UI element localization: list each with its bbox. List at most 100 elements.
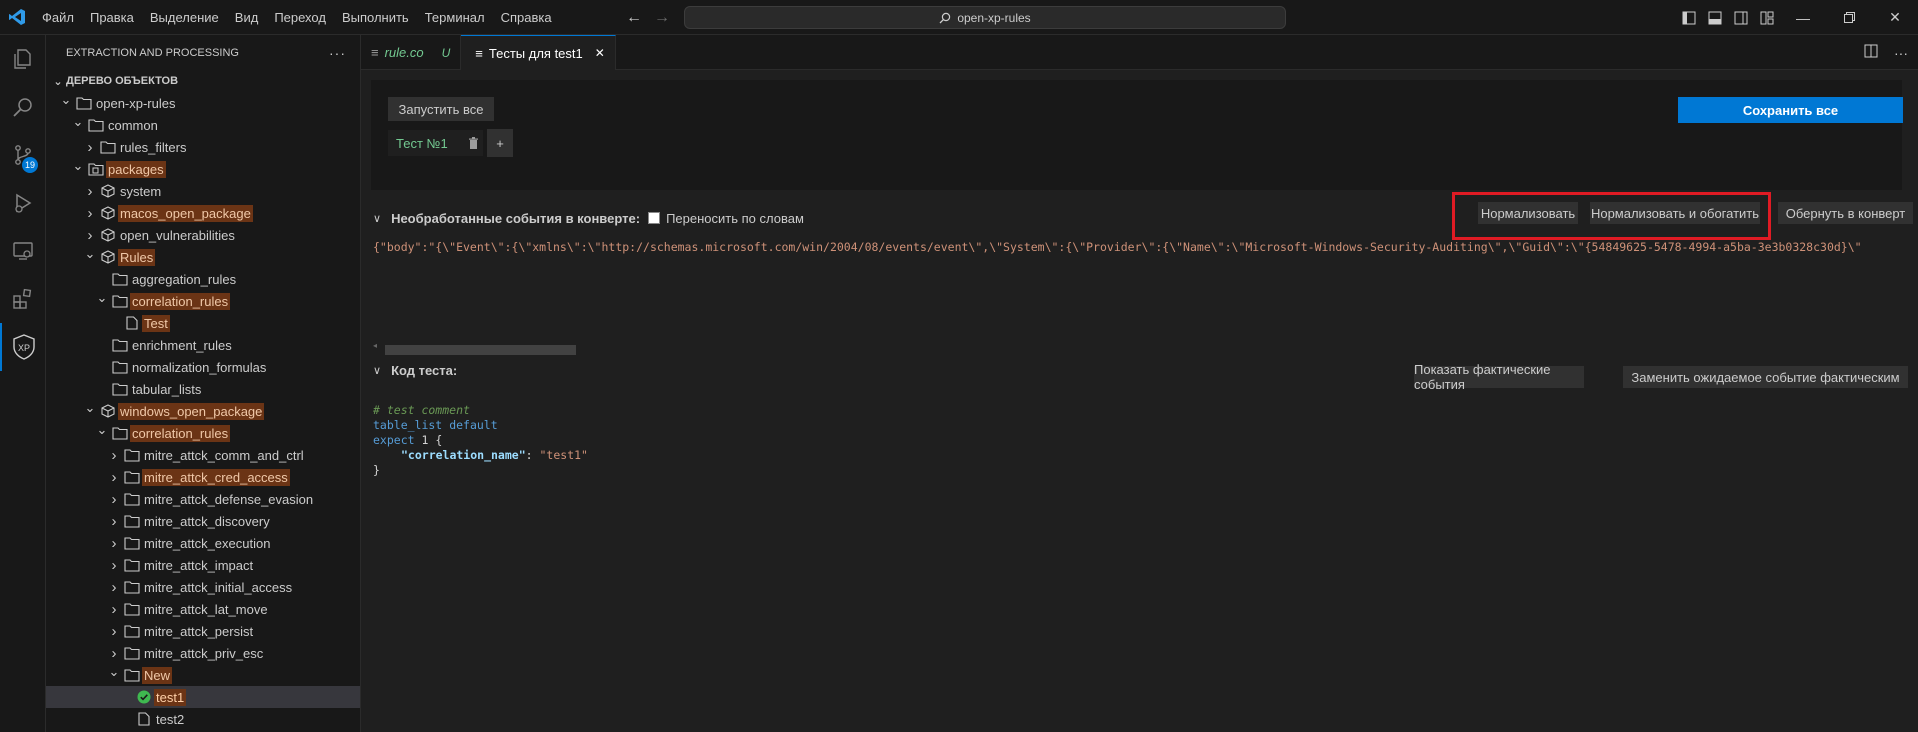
close-tab-icon[interactable]: ✕ [595, 46, 605, 60]
back-arrow-icon[interactable]: ← [626, 9, 642, 27]
run-debug-icon[interactable] [0, 179, 46, 227]
chevron-down-icon[interactable]: ∨ [373, 212, 381, 225]
tree-item[interactable]: ⌄ New [46, 664, 360, 686]
tab-rule-co[interactable]: ≡ rule.co U [361, 35, 462, 70]
tree-item[interactable]: ⌄ Rules [46, 246, 360, 268]
tree-item-label: open_vulnerabilities [120, 227, 235, 243]
menu-item[interactable]: Переход [266, 0, 334, 35]
test-code-editor[interactable]: # test comment table_list default expect… [373, 403, 1908, 478]
menu-item[interactable]: Правка [82, 0, 142, 35]
source-control-icon[interactable]: 19 [0, 131, 46, 179]
tree-section-header[interactable]: ⌄ ДЕРЕВО ОБЪЕКТОВ [46, 70, 360, 92]
toggle-sidebar-icon[interactable] [1676, 0, 1702, 35]
scroll-thumb[interactable] [385, 345, 576, 355]
customize-layout-icon[interactable] [1754, 0, 1780, 35]
tree-item-label: mitre_attck_discovery [144, 513, 270, 529]
tree-item[interactable]: › mitre_attck_initial_access [46, 576, 360, 598]
split-editor-icon[interactable] [1864, 44, 1878, 61]
more-actions-icon[interactable]: ··· [329, 45, 346, 61]
toggle-panel-icon[interactable] [1702, 0, 1728, 35]
code-string: "test1" [539, 448, 588, 462]
trash-icon[interactable] [468, 137, 479, 150]
package-icon [98, 202, 118, 224]
wrap-checkbox[interactable] [648, 212, 661, 224]
remote-explorer-icon[interactable] [0, 227, 46, 275]
tab-tests-test1[interactable]: ≡ Тесты для test1 ✕ [461, 35, 616, 70]
tree-item[interactable]: › mitre_attck_cred_access [46, 466, 360, 488]
tree-item[interactable]: ⌄ correlation_rules [46, 290, 360, 312]
tree-item[interactable]: Test [46, 312, 360, 334]
check-circle-icon [134, 686, 154, 708]
tree-item[interactable]: ⌄ packages [46, 158, 360, 180]
horizontal-scrollbar[interactable]: ◂ [373, 341, 1908, 355]
tree-item[interactable]: › mitre_attck_comm_and_ctrl [46, 444, 360, 466]
close-window-icon[interactable]: ✕ [1872, 0, 1918, 35]
tree-item-label: mitre_attck_impact [144, 557, 254, 573]
raw-json-text[interactable]: {"body":"{\"Event\":{\"xmlns\":\"http://… [373, 240, 1908, 260]
extensions-icon[interactable] [0, 275, 46, 323]
tree-item[interactable]: › system [46, 180, 360, 202]
show-actual-events-button[interactable]: Показать фактические события [1414, 362, 1584, 392]
tree-item-label: correlation_rules [130, 424, 231, 442]
tree-item[interactable]: ⌄ common [46, 114, 360, 136]
restore-icon[interactable] [1826, 0, 1872, 35]
tree-item[interactable]: › mitre_attck_priv_esc [46, 642, 360, 664]
menu-item[interactable]: Выполнить [334, 0, 417, 35]
chevron-down-icon[interactable]: ∨ [373, 364, 381, 377]
editor-tabs: ≡ rule.co U ≡ Тесты для test1 ✕ ··· [361, 35, 1918, 70]
test-item[interactable]: Тест №1 [388, 130, 483, 156]
wrap-envelope-button[interactable]: Обернуть в конверт [1778, 202, 1913, 224]
search-view-icon[interactable] [0, 83, 46, 131]
tree-item[interactable]: › macos_open_package [46, 202, 360, 224]
add-test-button[interactable]: + [487, 129, 513, 157]
raw-events-title: Необработанные события в конверте: [391, 210, 641, 226]
code-keyword: expect [373, 433, 415, 447]
tree-item[interactable]: › mitre_attck_lat_move [46, 598, 360, 620]
menu-item[interactable]: Выделение [142, 0, 227, 35]
search-icon [939, 12, 951, 23]
menu-item[interactable]: Файл [34, 0, 82, 35]
folder-icon [122, 532, 142, 554]
tree-item[interactable]: enrichment_rules [46, 334, 360, 356]
chevron-right-icon: › [111, 490, 117, 508]
tree-item-label: packages [106, 160, 166, 178]
tree-item[interactable]: test2 [46, 708, 360, 730]
forward-arrow-icon[interactable]: → [654, 9, 670, 27]
tree-item-label: enrichment_rules [132, 337, 232, 353]
folder-icon [86, 114, 106, 136]
replace-expected-button[interactable]: Заменить ожидаемое событие фактическим [1623, 366, 1908, 388]
tree-item[interactable]: normalization_formulas [46, 356, 360, 378]
untracked-badge: U [441, 45, 451, 60]
explorer-icon[interactable] [0, 35, 46, 83]
tree-item[interactable]: › mitre_attck_persist [46, 620, 360, 642]
folder-icon [122, 510, 142, 532]
minimize-icon[interactable]: — [1780, 0, 1826, 35]
xp-extension-icon[interactable]: XP [0, 323, 46, 371]
tree-item[interactable]: ⌄ open-xp-rules [46, 92, 360, 114]
save-all-button[interactable]: Сохранить все [1678, 97, 1903, 123]
tree-item[interactable]: › mitre_attck_defense_evasion [46, 488, 360, 510]
code-line: table_list default [373, 418, 1908, 433]
folder-icon [122, 444, 142, 466]
toggle-secondary-sidebar-icon[interactable] [1728, 0, 1754, 35]
tree-item[interactable]: › mitre_attck_execution [46, 532, 360, 554]
tree-section-title: ДЕРЕВО ОБЪЕКТОВ [66, 75, 179, 87]
tree-item-label: system [120, 183, 162, 199]
menu-item[interactable]: Терминал [417, 0, 493, 35]
tree-item[interactable]: › rules_filters [46, 136, 360, 158]
menu-item[interactable]: Вид [227, 0, 267, 35]
folder-icon [110, 422, 130, 444]
scroll-left-arrow-icon[interactable]: ◂ [373, 341, 377, 350]
run-all-button[interactable]: Запустить все [388, 97, 494, 121]
tree-item[interactable]: › mitre_attck_discovery [46, 510, 360, 532]
tree-item-label: mitre_attck_execution [144, 535, 271, 551]
tree-item[interactable]: ⌄ correlation_rules [46, 422, 360, 444]
tree-item[interactable]: › mitre_attck_impact [46, 554, 360, 576]
chevron-right-icon: › [111, 622, 117, 640]
tree-item[interactable]: test1 [46, 686, 360, 708]
more-actions-icon[interactable]: ··· [1894, 45, 1908, 61]
search-text: open-xp-rules [957, 10, 1031, 25]
command-center-search[interactable]: open-xp-rules [684, 6, 1286, 29]
menu-item[interactable]: Справка [493, 0, 560, 35]
